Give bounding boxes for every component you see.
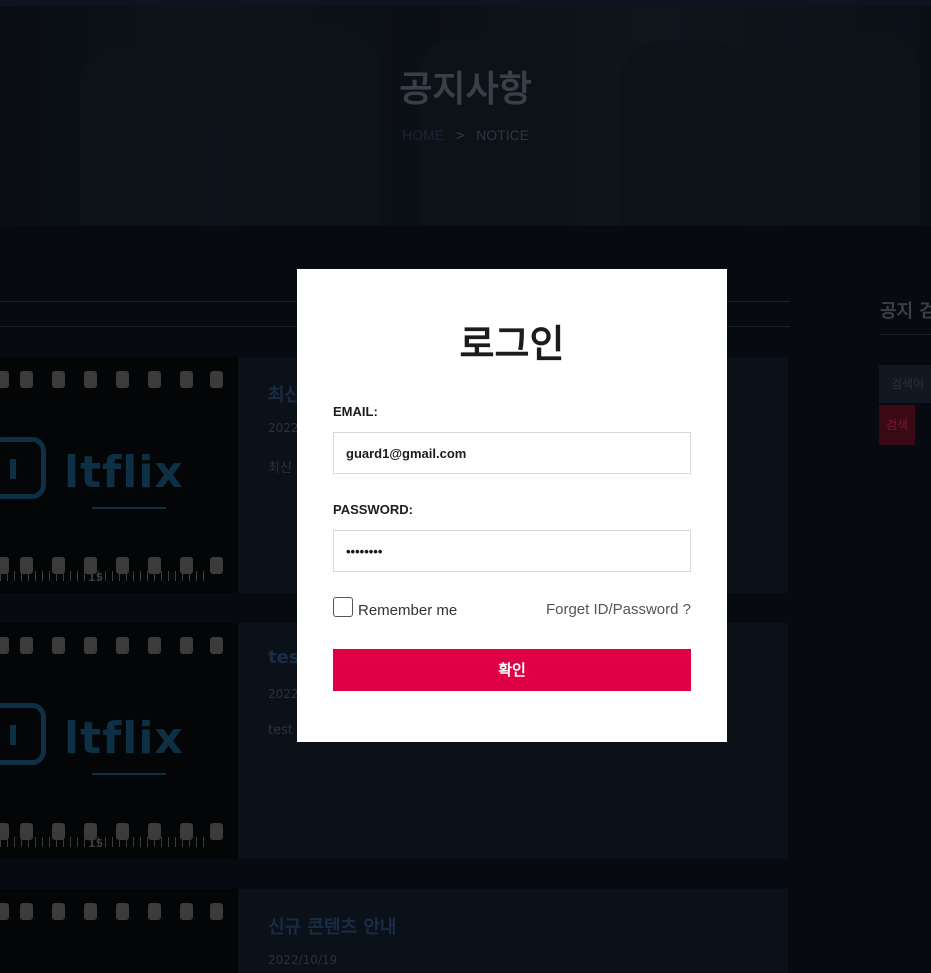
modal-overlay: 로그인 EMAIL: PASSWORD: Remember me Forget …	[0, 0, 931, 973]
login-title: 로그인	[459, 322, 565, 366]
remember-me-checkbox[interactable]	[333, 597, 353, 617]
remember-me-label[interactable]: Remember me	[358, 602, 457, 619]
login-submit-button[interactable]: 확인	[333, 649, 691, 691]
forget-password-link[interactable]: Forget ID/Password ?	[546, 601, 691, 618]
password-label: PASSWORD:	[333, 502, 413, 517]
password-field[interactable]	[333, 530, 691, 572]
email-field[interactable]	[333, 432, 691, 474]
email-label: EMAIL:	[333, 404, 378, 419]
login-modal: 로그인 EMAIL: PASSWORD: Remember me Forget …	[297, 269, 727, 742]
